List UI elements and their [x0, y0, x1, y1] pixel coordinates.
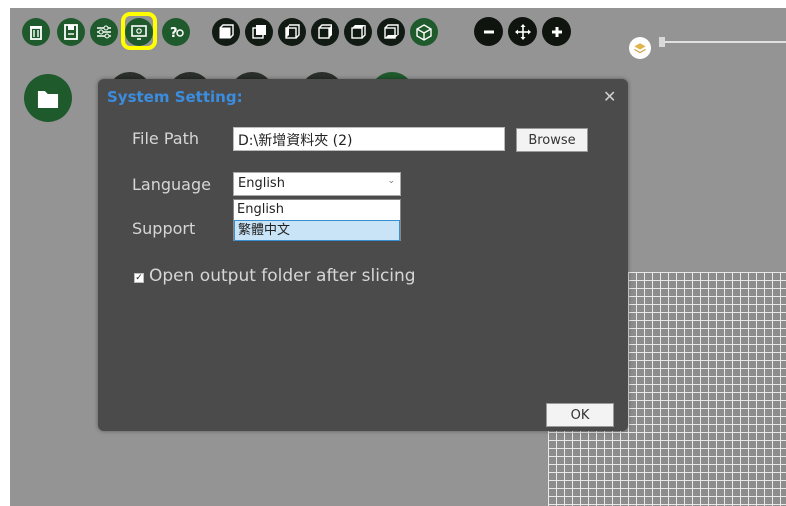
move-icon: [514, 23, 531, 40]
trash-button[interactable]: [22, 18, 50, 46]
view-back-icon: [252, 25, 266, 39]
highlight-box: [121, 12, 157, 50]
sliders-icon: [97, 25, 111, 39]
close-icon[interactable]: ✕: [603, 87, 616, 106]
file-path-input[interactable]: D:\新增資料夾 (2): [233, 127, 505, 151]
language-option-english[interactable]: English: [234, 200, 400, 220]
view-front-button[interactable]: [212, 18, 240, 46]
sliders-button[interactable]: [90, 18, 118, 46]
folder-icon: [37, 90, 59, 109]
view-bottom-icon: [384, 24, 399, 39]
view-left-icon: [285, 24, 300, 39]
zoom-out-button[interactable]: [474, 17, 503, 46]
view-iso-icon: [416, 24, 432, 41]
open-folder-label: Open output folder after slicing: [149, 266, 416, 286]
zoom-in-icon: [551, 26, 562, 37]
open-file-button[interactable]: [24, 74, 72, 122]
help-icon: ?: [170, 26, 184, 41]
move-button[interactable]: [508, 17, 537, 46]
layer-slider-knob[interactable]: [629, 37, 651, 59]
save-icon: [64, 24, 78, 40]
help-button[interactable]: ?: [162, 18, 190, 46]
zoom-in-button[interactable]: [542, 17, 571, 46]
system-setting-dialog: System Setting: ✕ File Path D:\新增資料夾 (2)…: [98, 79, 628, 431]
view-bottom-button[interactable]: [377, 18, 405, 46]
view-iso-button[interactable]: [410, 18, 438, 46]
language-selected-value: English: [238, 176, 285, 191]
ok-button[interactable]: OK: [546, 403, 614, 427]
view-right-button[interactable]: [311, 18, 339, 46]
view-right-icon: [318, 24, 332, 39]
browse-button[interactable]: Browse: [516, 128, 588, 152]
layers-icon: [634, 43, 646, 54]
language-dropdown-list: English 繁體中文: [233, 199, 401, 241]
save-button[interactable]: [57, 18, 85, 46]
chevron-down-icon: ⌄: [387, 176, 395, 186]
view-top-button[interactable]: [344, 18, 372, 46]
language-label: Language: [132, 175, 211, 194]
view-left-button[interactable]: [278, 18, 306, 46]
zoom-out-icon: [483, 30, 494, 33]
view-back-button[interactable]: [245, 18, 273, 46]
file-path-label: File Path: [132, 129, 200, 148]
open-folder-checkbox[interactable]: ✓: [134, 273, 144, 283]
trash-icon: [30, 26, 42, 40]
dialog-title: System Setting:: [107, 88, 243, 106]
language-option-traditional-chinese[interactable]: 繁體中文: [234, 220, 400, 241]
support-label: Support: [132, 219, 196, 238]
view-front-icon: [219, 24, 234, 39]
language-select[interactable]: English ⌄: [233, 172, 401, 196]
layer-slider-track[interactable]: [664, 41, 786, 43]
view-top-icon: [351, 25, 366, 39]
app-window: ? System Setting: ✕ File Path D:\新增資料夾 (…: [10, 8, 786, 506]
